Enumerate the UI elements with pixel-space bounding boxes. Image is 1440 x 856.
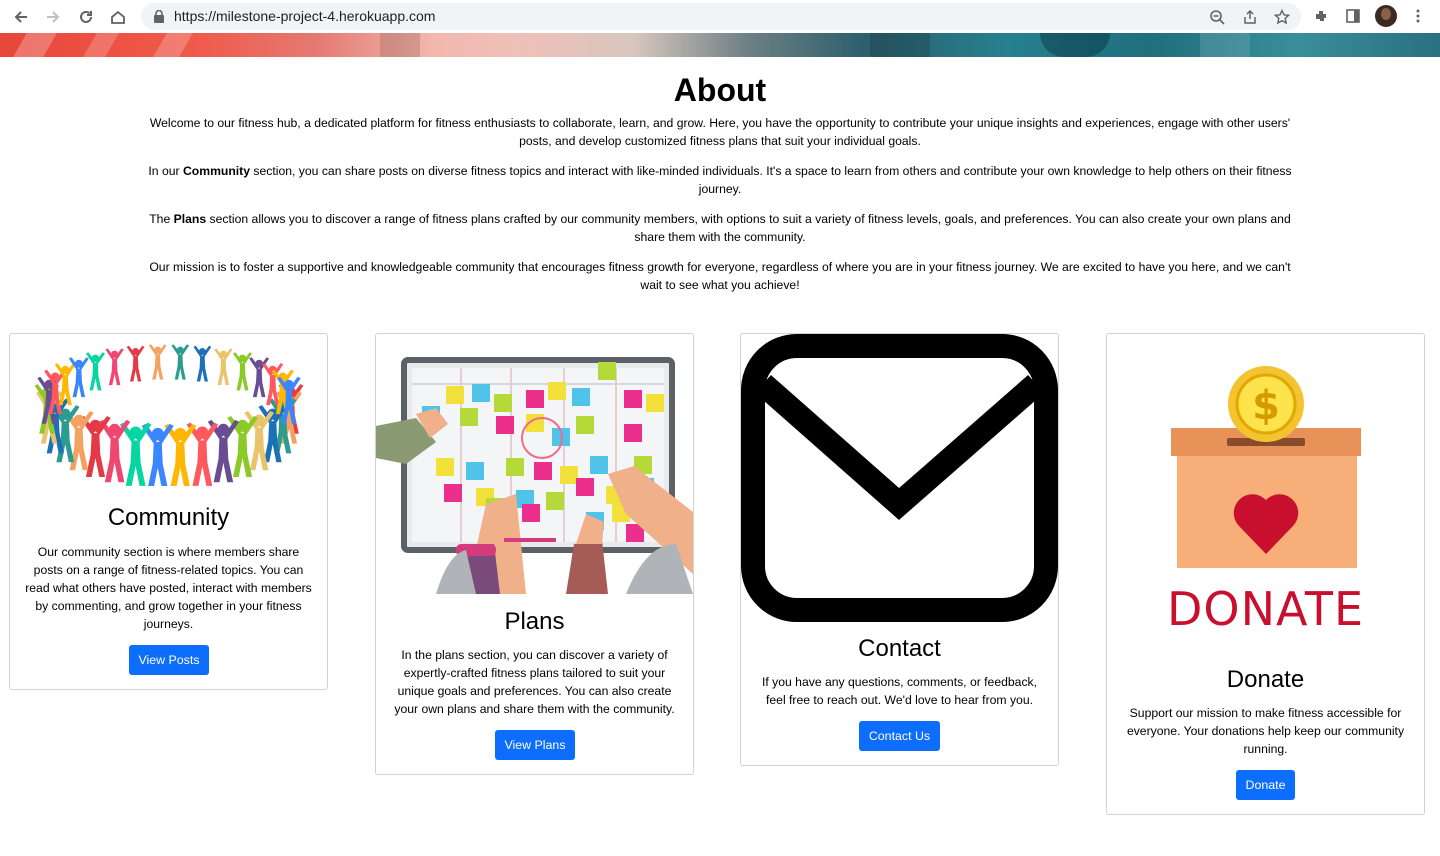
view-posts-button[interactable]: View Posts (129, 645, 209, 675)
sticky-note (598, 362, 616, 380)
lock-icon (154, 10, 164, 23)
address-bar[interactable]: https://milestone-project-4.herokuapp.co… (141, 3, 1301, 30)
sticky-note (522, 504, 540, 522)
sticky-note (548, 382, 566, 400)
community-emphasis: Community (182, 164, 251, 178)
person-figure (148, 344, 167, 380)
person-figure (141, 423, 174, 486)
donation-box-illustration: $ (1171, 366, 1361, 568)
person-figure (105, 348, 124, 386)
donate-description: Support our mission to make fitness acce… (1126, 706, 1405, 756)
planning-board-illustration (376, 357, 693, 594)
person-figure (171, 344, 190, 380)
more-menu-icon[interactable] (1410, 8, 1426, 24)
profile-avatar[interactable] (1375, 5, 1397, 27)
sticky-note (472, 384, 490, 402)
reload-icon (80, 10, 92, 23)
about-paragraph-intro: Welcome to our fitness hub, a dedicated … (149, 116, 1291, 148)
sticky-note (466, 462, 484, 480)
sticky-note (436, 458, 454, 476)
plans-card: Plans In the plans section, you can disc… (375, 333, 694, 775)
url-text: https://milestone-project-4.herokuapp.co… (174, 8, 436, 24)
donate-title: Donate (1226, 666, 1305, 693)
person-figure (214, 348, 233, 386)
community-title: Community (107, 504, 230, 531)
reload-button[interactable] (75, 6, 97, 28)
about-paragraph-community: In our Community section, you can share … (148, 164, 1292, 196)
sticky-note (460, 408, 478, 426)
donate-image-lettering: DONATE (1166, 582, 1365, 636)
sticky-note (494, 394, 512, 412)
view-plans-button[interactable]: View Plans (495, 730, 575, 760)
plans-title: Plans (504, 608, 565, 635)
donate-button[interactable]: Donate (1236, 770, 1295, 800)
sticky-note (496, 416, 514, 434)
envelope-icon (741, 334, 1058, 622)
plans-description: In the plans section, you can discover a… (394, 648, 675, 716)
person-figure (68, 357, 89, 398)
sticky-note (444, 484, 462, 502)
sticky-note (560, 466, 578, 484)
about-heading: About (673, 72, 767, 108)
person-figure (232, 352, 253, 391)
person-figure (193, 345, 212, 382)
contact-us-button[interactable]: Contact Us (859, 721, 940, 751)
community-card: Community Our community section is where… (9, 333, 328, 690)
sticky-note (534, 462, 552, 480)
arrow-right-icon (47, 11, 60, 23)
arrow-left-icon (14, 11, 27, 23)
person-figure (126, 345, 145, 382)
sticky-note (576, 478, 594, 496)
person-figure (249, 357, 270, 398)
sticky-note (576, 416, 594, 434)
sticky-note (590, 456, 608, 474)
sticky-note (506, 458, 524, 476)
sticky-note (646, 394, 664, 412)
side-panel-icon[interactable] (1345, 8, 1361, 24)
plans-emphasis: Plans (173, 212, 207, 226)
contact-description: If you have any questions, comments, or … (761, 675, 1038, 707)
person-figure (85, 352, 106, 391)
forward-button[interactable] (42, 6, 64, 28)
sticky-note (624, 424, 642, 442)
star-icon[interactable] (1274, 9, 1290, 25)
share-icon[interactable] (1242, 9, 1258, 25)
extensions-icon[interactable] (1313, 8, 1329, 24)
home-icon (111, 10, 125, 24)
about-paragraph-plans: The Plans section allows you to discover… (149, 212, 1291, 244)
home-button[interactable] (107, 6, 129, 28)
browser-toolbar: https://milestone-project-4.herokuapp.co… (0, 0, 1440, 33)
community-description: Our community section is where members s… (25, 545, 312, 631)
back-button[interactable] (10, 6, 32, 28)
person-figure (164, 423, 197, 486)
contact-title: Contact (858, 635, 941, 662)
sticky-note (446, 386, 464, 404)
zoom-icon[interactable] (1209, 9, 1225, 25)
sticky-note (624, 390, 642, 408)
donate-card: $ DONATE Donate Support our mission to m… (1106, 333, 1425, 815)
sticky-note (546, 492, 564, 510)
sticky-note (526, 390, 544, 408)
people-circle-illustration (34, 344, 304, 486)
about-paragraph-mission: Our mission is to foster a supportive an… (149, 260, 1291, 292)
contact-card: Contact If you have any questions, comme… (740, 333, 1059, 766)
hero-image (0, 33, 1440, 57)
sticky-note (572, 388, 590, 406)
svg-text:$: $ (1252, 383, 1280, 429)
